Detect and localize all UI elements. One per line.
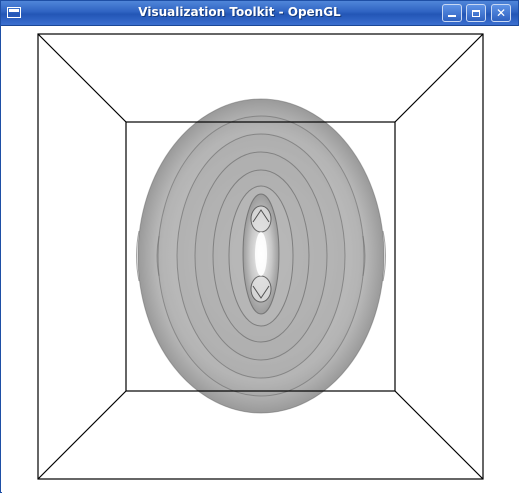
maximize-icon bbox=[472, 9, 480, 17]
minimize-button[interactable] bbox=[442, 4, 462, 22]
outline-edge bbox=[394, 390, 484, 480]
outline-edge bbox=[394, 33, 484, 123]
isosurface-group bbox=[136, 98, 386, 414]
close-button[interactable]: ✕ bbox=[491, 4, 511, 22]
maximize-button[interactable] bbox=[466, 4, 486, 22]
window-icon[interactable] bbox=[7, 7, 21, 18]
render-viewport[interactable] bbox=[2, 26, 519, 493]
scene-canvas[interactable] bbox=[2, 26, 519, 493]
close-icon: ✕ bbox=[495, 6, 507, 20]
title-bar[interactable]: Visualization Toolkit - OpenGL ✕ bbox=[1, 1, 518, 26]
outline-edge bbox=[37, 33, 127, 123]
minimize-icon bbox=[448, 15, 456, 17]
outline-edge bbox=[37, 390, 127, 480]
window-title: Visualization Toolkit - OpenGL bbox=[138, 5, 341, 19]
isosurface-highlight bbox=[255, 232, 267, 276]
vtk-render-window: Visualization Toolkit - OpenGL ✕ bbox=[0, 0, 519, 493]
